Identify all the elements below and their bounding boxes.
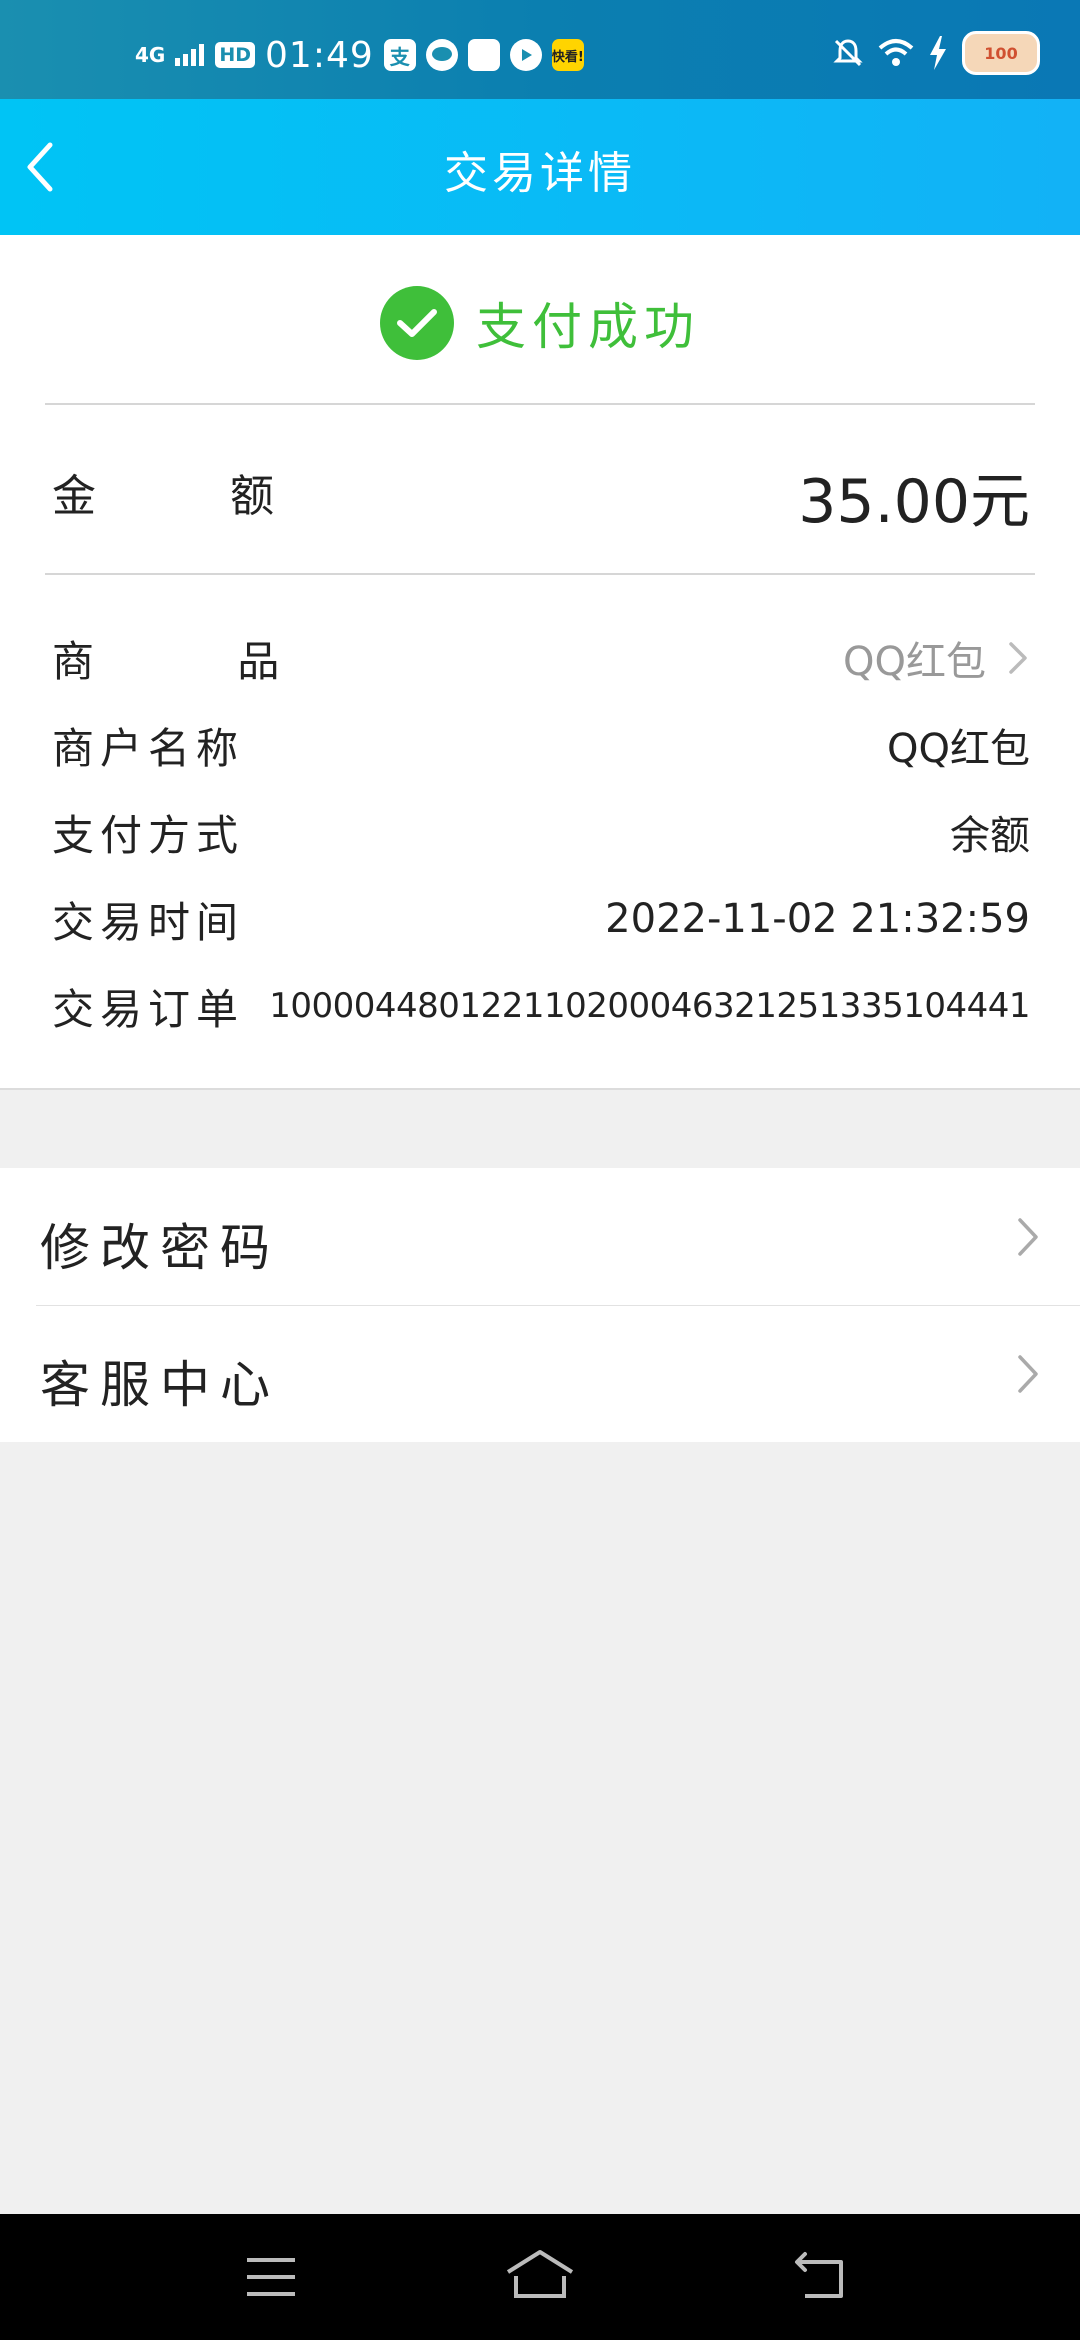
signal-indicator: 4G bbox=[135, 43, 166, 67]
amount-value: 35.00元 bbox=[798, 467, 1030, 537]
hd-badge: HD bbox=[215, 42, 256, 68]
detail-value: 余额 bbox=[950, 813, 1030, 859]
detail-row-time: 交易时间 2022-11-02 21:32:59 bbox=[52, 889, 1030, 949]
signal-bars-icon bbox=[175, 44, 205, 66]
chevron-right-icon bbox=[1018, 1218, 1038, 1256]
status-bar-left: 4G HD 01:49 支 快看! bbox=[135, 34, 584, 76]
video-icon bbox=[509, 39, 542, 71]
message-icon bbox=[425, 39, 458, 71]
status-time: 01:49 bbox=[265, 34, 374, 76]
payment-status: 支付成功 bbox=[0, 283, 1080, 363]
detail-row-merchant: 商户名称 QQ红包 bbox=[52, 715, 1030, 775]
menu-icon[interactable] bbox=[231, 2242, 311, 2312]
page-title: 交易详情 bbox=[444, 148, 636, 199]
detail-value: QQ红包 bbox=[843, 629, 1030, 687]
detail-label: 商户名称 bbox=[52, 723, 245, 773]
mute-bell-icon bbox=[833, 39, 863, 67]
detail-label: 商 品 bbox=[52, 636, 280, 686]
divider bbox=[45, 573, 1035, 575]
detail-value: 100004480122110200046321251335104441 bbox=[269, 986, 1030, 1026]
status-bar-right: 100 bbox=[832, 30, 1040, 76]
detail-row-order: 交易订单 10000448012211020004632125133510444… bbox=[52, 976, 1030, 1036]
detail-label: 交易时间 bbox=[52, 897, 245, 947]
home-icon[interactable] bbox=[500, 2242, 580, 2312]
chevron-right-icon bbox=[1018, 1355, 1038, 1393]
menu-label: 客服中心 bbox=[40, 1356, 280, 1414]
nav-bar: 交易详情 bbox=[0, 99, 1080, 235]
transaction-detail-card: 支付成功 金 额 35.00元 商 品 QQ红包 商户名称 QQ红包 支付方式 … bbox=[0, 235, 1080, 1090]
app-icon bbox=[467, 39, 500, 71]
status-text: 支付成功 bbox=[476, 298, 700, 356]
product-value: QQ红包 bbox=[843, 639, 986, 685]
menu-label: 修改密码 bbox=[40, 1219, 280, 1277]
amount-label: 金 额 bbox=[52, 471, 274, 522]
system-navigation-bar bbox=[0, 2214, 1080, 2340]
chevron-right-icon bbox=[1009, 642, 1027, 674]
battery-icon: 100 bbox=[962, 31, 1040, 75]
detail-value: QQ红包 bbox=[887, 726, 1030, 772]
divider bbox=[45, 403, 1035, 405]
wifi-icon bbox=[878, 39, 914, 66]
charging-icon bbox=[930, 36, 946, 70]
back-icon[interactable] bbox=[781, 2242, 861, 2312]
detail-label: 交易订单 bbox=[52, 984, 245, 1034]
detail-value: 2022-11-02 21:32:59 bbox=[605, 896, 1030, 942]
kuaishou-icon: 快看! bbox=[551, 39, 584, 71]
settings-menu: 修改密码 客服中心 bbox=[0, 1168, 1080, 1442]
status-bar: 4G HD 01:49 支 快看! 100 bbox=[0, 0, 1080, 99]
success-check-icon bbox=[380, 286, 454, 360]
menu-item-customer-service[interactable]: 客服中心 bbox=[0, 1305, 1080, 1442]
alipay-icon: 支 bbox=[383, 39, 416, 71]
detail-label: 支付方式 bbox=[52, 810, 245, 860]
menu-item-change-password[interactable]: 修改密码 bbox=[0, 1168, 1080, 1306]
detail-row-payment-method: 支付方式 余额 bbox=[52, 802, 1030, 862]
detail-row-product[interactable]: 商 品 QQ红包 bbox=[52, 628, 1030, 688]
